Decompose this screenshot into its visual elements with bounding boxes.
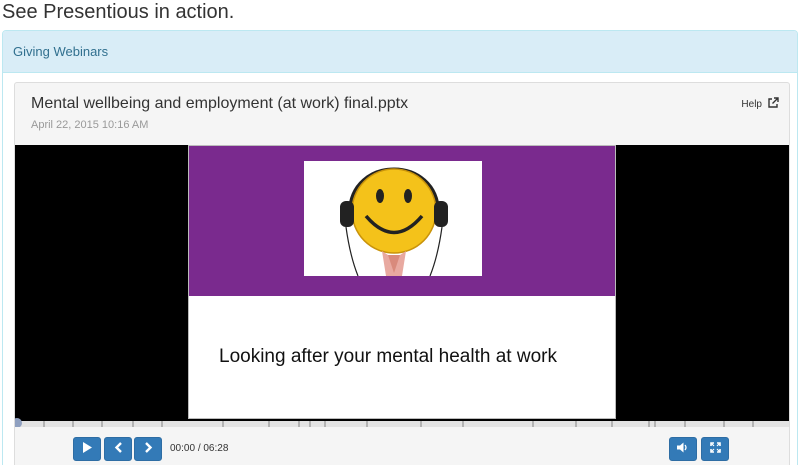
help-link[interactable]: Help	[741, 97, 779, 111]
chevron-right-icon	[144, 440, 153, 458]
time-display: 00:00 / 06:28	[170, 443, 228, 454]
play-icon	[82, 440, 92, 458]
help-label: Help	[741, 98, 762, 110]
smiley-headphones-image	[304, 161, 482, 277]
chevron-left-icon	[114, 440, 123, 458]
slide: Looking after your mental health at work	[188, 145, 616, 419]
player-controls: 00:00 / 06:28	[15, 427, 789, 465]
volume-icon	[677, 440, 689, 458]
previous-slide-button[interactable]	[104, 437, 132, 461]
presentation-viewer: Mental wellbeing and employment (at work…	[14, 82, 790, 465]
external-link-icon	[768, 97, 779, 111]
next-slide-button[interactable]	[134, 437, 162, 461]
panel-heading: Giving Webinars	[3, 31, 797, 73]
current-time: 00:00	[170, 443, 196, 454]
presentation-title: Mental wellbeing and employment (at work…	[31, 95, 409, 112]
duration: 06:28	[203, 443, 229, 454]
presentation-date: April 22, 2015 10:16 AM	[31, 119, 149, 131]
webinar-panel: Giving Webinars Mental wellbeing and emp…	[2, 30, 798, 465]
slide-text: Looking after your mental health at work	[219, 346, 557, 367]
page-title: See Presentious in action.	[2, 1, 235, 23]
fullscreen-button[interactable]	[701, 437, 729, 461]
video-player[interactable]: Looking after your mental health at work	[15, 145, 789, 421]
play-button[interactable]	[73, 437, 101, 461]
volume-button[interactable]	[669, 437, 697, 461]
fullscreen-icon	[709, 440, 721, 458]
